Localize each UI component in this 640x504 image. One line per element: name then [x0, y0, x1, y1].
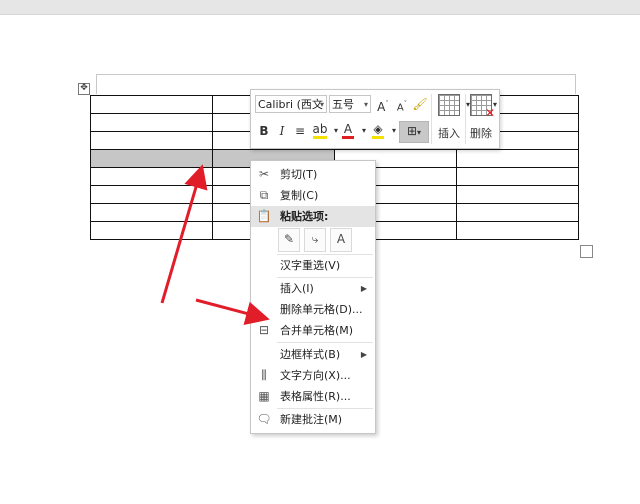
annotation-arrow	[195, 298, 270, 325]
annotation-arrow	[160, 164, 208, 304]
annotation-arrows	[160, 164, 270, 325]
